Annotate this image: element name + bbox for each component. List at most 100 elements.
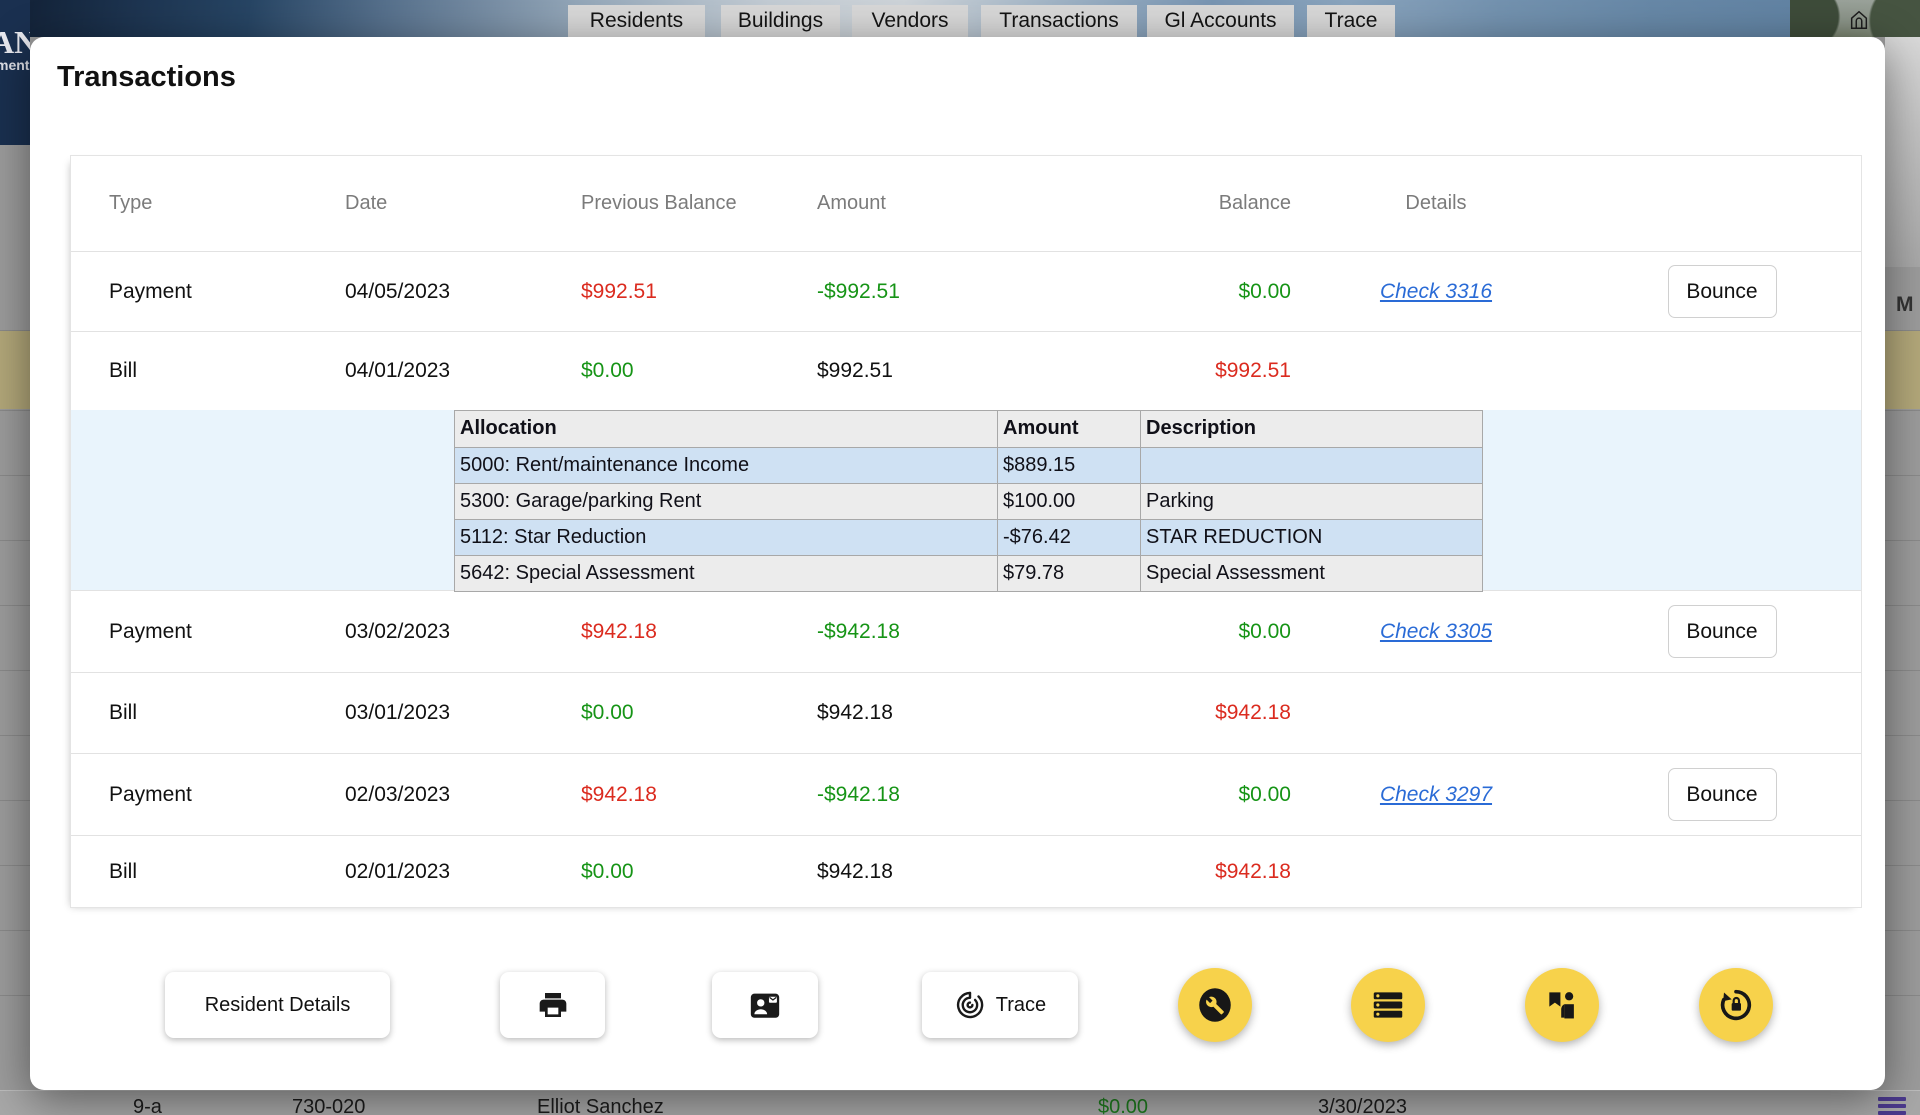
- amount-cell: -$992.51: [817, 280, 1107, 304]
- allocation-row: 5112: Star Reduction -$76.42 STAR REDUCT…: [455, 519, 1482, 555]
- date-cell: 02/01/2023: [345, 860, 581, 884]
- bg-table-row: 9-a 730-020 Elliot Sanchez $0.00 3/30/20…: [0, 1090, 1920, 1115]
- type-cell: Payment: [71, 783, 345, 807]
- type-cell: Bill: [71, 359, 345, 383]
- col-details: Details: [1291, 192, 1581, 215]
- col-balance: Balance: [1107, 192, 1291, 215]
- ledger-fab-button[interactable]: [1351, 968, 1425, 1042]
- previous-balance-cell: $992.51: [581, 280, 817, 304]
- type-cell: Payment: [71, 280, 345, 304]
- balance-cell: $0.00: [1107, 783, 1291, 807]
- transaction-row[interactable]: Payment 04/05/2023 $992.51 -$992.51 $0.0…: [71, 252, 1861, 332]
- description-cell: Parking: [1141, 484, 1482, 519]
- amount-cell: $889.15: [998, 448, 1141, 483]
- person-flag-icon: [1543, 986, 1581, 1024]
- logo-subtext: ment: [0, 57, 29, 73]
- date-cell: 02/03/2023: [345, 783, 581, 807]
- previous-balance-cell: $942.18: [581, 783, 817, 807]
- balance-cell: $0.00: [1107, 620, 1291, 644]
- home-emblem-icon: [1848, 9, 1870, 31]
- balance-cell: $0.00: [1107, 280, 1291, 304]
- trace-button[interactable]: Trace: [922, 972, 1078, 1038]
- transactions-dialog: Transactions Type Date Previous Balance …: [30, 37, 1885, 1090]
- bounce-button[interactable]: Bounce: [1668, 605, 1777, 658]
- tab-transactions[interactable]: Transactions: [981, 5, 1137, 37]
- tab-buildings[interactable]: Buildings: [721, 5, 840, 37]
- allocation-table: Allocation Amount Description 5000: Rent…: [454, 410, 1483, 592]
- check-3297-link[interactable]: Check 3297: [1380, 783, 1492, 806]
- allocation-row: 5642: Special Assessment $79.78 Special …: [455, 555, 1482, 591]
- description-cell: STAR REDUCTION: [1141, 520, 1482, 555]
- tab-vendors[interactable]: Vendors: [852, 5, 968, 37]
- allocation-cell: 5642: Special Assessment: [455, 556, 998, 591]
- amount-cell: $79.78: [998, 556, 1141, 591]
- wrench-icon: [1194, 984, 1236, 1026]
- date-cell: 03/02/2023: [345, 620, 581, 644]
- amount-cell: -$76.42: [998, 520, 1141, 555]
- check-3316-link[interactable]: Check 3316: [1380, 280, 1492, 303]
- tab-residents[interactable]: Residents: [568, 5, 705, 37]
- allocation-detail-band: Allocation Amount Description 5000: Rent…: [71, 410, 1861, 591]
- type-cell: Payment: [71, 620, 345, 644]
- transaction-row[interactable]: Bill 04/01/2023 $0.00 $992.51 $992.51: [71, 332, 1861, 410]
- previous-balance-cell: $942.18: [581, 620, 817, 644]
- description-col-header: Description: [1141, 411, 1482, 447]
- transaction-row[interactable]: Bill 03/01/2023 $0.00 $942.18 $942.18: [71, 673, 1861, 754]
- bounce-button[interactable]: Bounce: [1668, 265, 1777, 318]
- bg-unit-cell: 9-a: [133, 1096, 162, 1115]
- print-button[interactable]: [500, 972, 605, 1038]
- resident-details-label: Resident Details: [205, 994, 351, 1017]
- balance-cell: $942.18: [1107, 860, 1291, 884]
- transaction-row[interactable]: Bill 02/01/2023 $0.00 $942.18 $942.18: [71, 836, 1861, 908]
- page-title: Transactions: [57, 61, 236, 94]
- allocation-cell: 5112: Star Reduction: [455, 520, 998, 555]
- description-cell: Special Assessment: [1141, 556, 1482, 591]
- transaction-row[interactable]: Payment 02/03/2023 $942.18 -$942.18 $0.0…: [71, 754, 1861, 836]
- trace-label: Trace: [996, 994, 1046, 1017]
- sync-lock-icon: [1716, 985, 1756, 1025]
- check-3305-link[interactable]: Check 3305: [1380, 620, 1492, 643]
- server-list-icon: [1369, 986, 1407, 1024]
- date-cell: 03/01/2023: [345, 701, 581, 725]
- contact-card-icon: [748, 988, 782, 1022]
- bounce-button[interactable]: Bounce: [1668, 768, 1777, 821]
- trace-icon: [954, 989, 986, 1021]
- contact-card-button[interactable]: [712, 972, 818, 1038]
- tab-trace[interactable]: Trace: [1307, 5, 1395, 37]
- balance-cell: $992.51: [1107, 359, 1291, 383]
- balance-cell: $942.18: [1107, 701, 1291, 725]
- printer-icon: [537, 989, 569, 1021]
- tab-gl-accounts[interactable]: Gl Accounts: [1147, 5, 1294, 37]
- bg-code-cell: 730-020: [292, 1096, 365, 1115]
- allocation-col-header: Allocation: [455, 411, 998, 447]
- amount-cell: $942.18: [817, 701, 1107, 725]
- allocation-cell: 5000: Rent/maintenance Income: [455, 448, 998, 483]
- transaction-row[interactable]: Payment 03/02/2023 $942.18 -$942.18 $0.0…: [71, 591, 1861, 673]
- amount-cell: $942.18: [817, 860, 1107, 884]
- col-amount: Amount: [817, 192, 1107, 215]
- resident-transfer-fab-button[interactable]: [1525, 968, 1599, 1042]
- logo-text: AN: [0, 24, 30, 61]
- amount-cell: -$942.18: [817, 620, 1107, 644]
- previous-balance-cell: $0.00: [581, 860, 817, 884]
- row-menu-icon[interactable]: [1878, 1097, 1906, 1115]
- type-cell: Bill: [71, 701, 345, 725]
- table-header-row: Type Date Previous Balance Amount Balanc…: [71, 156, 1861, 252]
- date-cell: 04/01/2023: [345, 359, 581, 383]
- amount-col-header: Amount: [998, 411, 1141, 447]
- logo-strip: AN ment: [0, 0, 30, 145]
- allocation-row: 5000: Rent/maintenance Income $889.15: [455, 447, 1482, 483]
- previous-balance-cell: $0.00: [581, 359, 817, 383]
- restore-lock-fab-button[interactable]: [1699, 968, 1773, 1042]
- previous-balance-cell: $0.00: [581, 701, 817, 725]
- maintenance-fab-button[interactable]: [1178, 968, 1252, 1042]
- bg-name-cell: Elliot Sanchez: [537, 1096, 664, 1115]
- amount-cell: $100.00: [998, 484, 1141, 519]
- bg-partial-column-header: M: [1896, 293, 1914, 317]
- col-type: Type: [71, 192, 345, 215]
- date-cell: 04/05/2023: [345, 280, 581, 304]
- transactions-table: Type Date Previous Balance Amount Balanc…: [70, 155, 1862, 908]
- bg-right-edge: [1885, 37, 1920, 267]
- resident-details-button[interactable]: Resident Details: [165, 972, 390, 1038]
- type-cell: Bill: [71, 860, 345, 884]
